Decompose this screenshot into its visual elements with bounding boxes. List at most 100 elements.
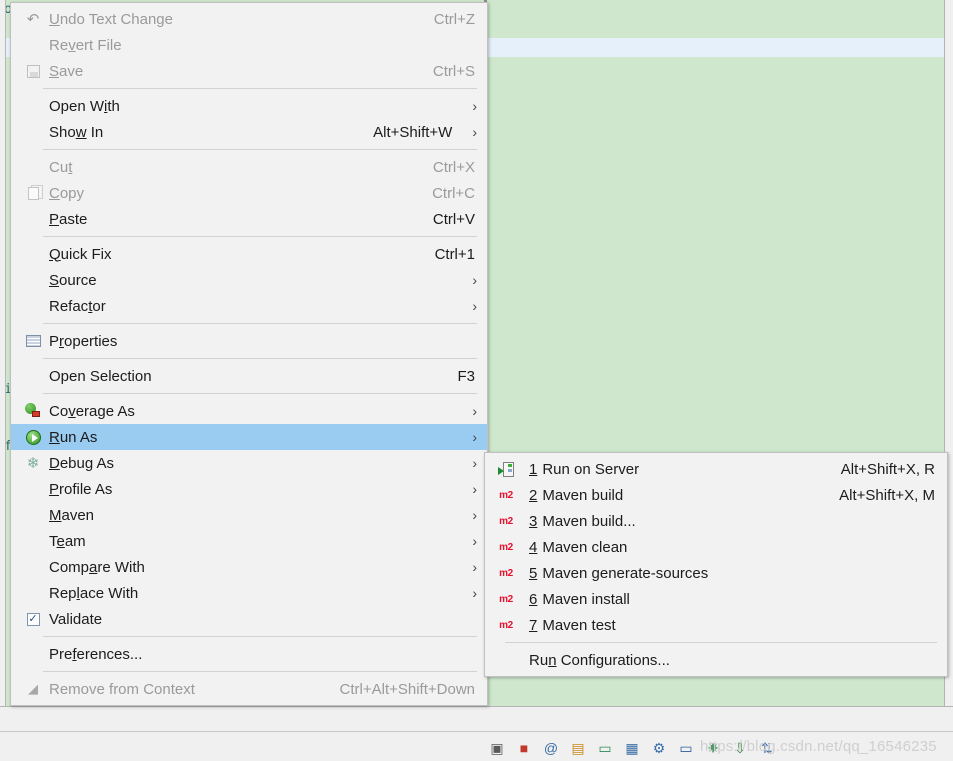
menu-item-copy: Copy Ctrl+C xyxy=(11,180,487,206)
run-as-item-maven-clean[interactable]: m2 4 Maven clean xyxy=(485,534,947,560)
menu-item-label: Team xyxy=(49,532,86,550)
menu-item-label: Preferences... xyxy=(49,645,143,663)
chevron-right-icon: › xyxy=(472,403,477,419)
import-icon[interactable]: ⇩ xyxy=(731,739,749,757)
menu-item-profile-as[interactable]: Profile As › xyxy=(11,476,487,502)
run-as-item-run-on-server[interactable]: 1 Run on Server Alt+Shift+X, R xyxy=(485,456,947,482)
run-as-item-label: 4 Maven clean xyxy=(529,538,628,556)
run-as-item-label: 3 Maven build... xyxy=(529,512,636,530)
menu-item-properties[interactable]: Properties xyxy=(11,328,487,354)
menu-separator xyxy=(43,671,477,672)
menu-item-label: Cut xyxy=(49,158,73,176)
chevron-right-icon: › xyxy=(472,298,477,314)
run-as-item-shortcut: Alt+Shift+X, M xyxy=(839,486,935,504)
error-log-icon[interactable]: ■ xyxy=(515,739,533,757)
menu-item-debug-as[interactable]: ❄ Debug As › xyxy=(11,450,487,476)
m2-icon: m2 xyxy=(499,567,513,579)
m2-icon: m2 xyxy=(499,541,513,553)
menu-item-number: 4 xyxy=(529,538,538,556)
properties-icon xyxy=(24,332,42,350)
run-as-item-maven-build[interactable]: m2 3 Maven build... xyxy=(485,508,947,534)
menu-item-shortcut: Ctrl+X xyxy=(432,158,475,176)
menu-item-label: Compare With xyxy=(49,558,145,576)
menu-item-compare-with[interactable]: Compare With › xyxy=(11,554,487,580)
menu-item-label: Properties xyxy=(49,332,118,350)
status-bar-icons[interactable]: ▣ ■ @ ▤ ▭ ▦ ⚙ ▭ ✸ ⇩ ⇅ xyxy=(484,735,776,761)
menu-separator xyxy=(43,636,477,637)
menu-item-number: 1 xyxy=(529,460,538,478)
debug-bug-icon[interactable]: ✸ xyxy=(704,739,722,757)
menu-item-remove-from-context: ◢ Remove from Context Ctrl+Alt+Shift+Down xyxy=(11,676,487,702)
m2-icon: m2 xyxy=(499,619,513,631)
run-as-item-maven-test[interactable]: m2 7 Maven test xyxy=(485,612,947,638)
menu-item-validate[interactable]: ✓ Validate xyxy=(11,606,487,632)
run-as-item-label: 6 Maven install xyxy=(529,590,630,608)
menu-item-label: Debug As xyxy=(49,454,115,472)
chevron-right-icon: › xyxy=(472,507,477,523)
menu-item-shortcut: Ctrl+V xyxy=(432,210,475,228)
menu-separator xyxy=(43,149,477,150)
menu-item-run-as[interactable]: Run As › xyxy=(11,424,487,450)
run-as-item-shortcut: Alt+Shift+X, R xyxy=(840,460,935,478)
menu-separator xyxy=(43,88,477,89)
chevron-right-icon: › xyxy=(472,455,477,471)
run-as-item-run-configurations[interactable]: Run Configurations... xyxy=(485,647,947,673)
run-as-item-maven-build[interactable]: m2 2 Maven build Alt+Shift+X, M xyxy=(485,482,947,508)
run-as-item-maven-install[interactable]: m2 6 Maven install xyxy=(485,586,947,612)
chevron-right-icon: › xyxy=(472,272,477,288)
outline-export-icon[interactable]: ▤ xyxy=(569,739,587,757)
properties-sliders-icon[interactable]: ⚙ xyxy=(650,739,668,757)
sort-icon[interactable]: ⇅ xyxy=(758,739,776,757)
console-icon[interactable]: ▭ xyxy=(677,739,695,757)
tile-windows-icon[interactable]: ▣ xyxy=(488,739,506,757)
bottom-view-panel xyxy=(0,706,953,761)
table-icon[interactable]: ▦ xyxy=(623,739,641,757)
menu-item-number: 3 xyxy=(529,512,538,530)
menu-item-preferences[interactable]: Preferences... xyxy=(11,641,487,667)
debug-icon: ❄ xyxy=(26,454,40,472)
menu-item-shortcut: Ctrl+1 xyxy=(434,245,475,263)
run-as-item-label: 1 Run on Server xyxy=(529,460,640,478)
run-as-submenu[interactable]: 1 Run on Server Alt+Shift+X, R m2 2 Maven bui… xyxy=(484,452,948,677)
menu-item-label: Copy xyxy=(49,184,85,202)
menu-item-replace-with[interactable]: Replace With › xyxy=(11,580,487,606)
menu-item-number: 7 xyxy=(529,616,538,634)
server-add-icon[interactable]: ▭ xyxy=(596,739,614,757)
menu-item-label: Validate xyxy=(49,610,103,628)
menu-item-label: Remove from Context xyxy=(49,680,195,698)
editor-context-menu[interactable]: ↶ Undo Text Change Ctrl+Z Revert File Save Ct… xyxy=(10,2,488,706)
menu-item-label: Save xyxy=(49,62,84,80)
menu-item-label: Replace With xyxy=(49,584,139,602)
menu-item-team[interactable]: Team › xyxy=(11,528,487,554)
menu-item-label: Source xyxy=(49,271,97,289)
menu-item-open-with[interactable]: Open With › xyxy=(11,93,487,119)
menu-item-paste[interactable]: Paste Ctrl+V xyxy=(11,206,487,232)
menu-item-label: Undo Text Change xyxy=(49,10,173,28)
menu-item-label: Revert File xyxy=(49,36,122,54)
menu-item-label: Run As xyxy=(49,428,98,446)
menu-item-label: Profile As xyxy=(49,480,113,498)
menu-item-coverage-as[interactable]: Coverage As › xyxy=(11,398,487,424)
run-as-item-maven-generate-sources[interactable]: m2 5 Maven generate-sources xyxy=(485,560,947,586)
chevron-right-icon: › xyxy=(472,98,477,114)
menu-separator xyxy=(43,393,477,394)
undo-icon: ↶ xyxy=(26,11,40,28)
menu-item-shortcut: Ctrl+C xyxy=(432,184,475,202)
menu-item-number: 5 xyxy=(529,564,538,582)
chevron-right-icon: › xyxy=(472,429,477,445)
menu-item-revert-file: Revert File xyxy=(11,32,487,58)
m2-icon: m2 xyxy=(499,489,513,501)
run-as-item-label: Run Configurations... xyxy=(529,651,670,669)
menu-item-refactor[interactable]: Refactor › xyxy=(11,293,487,319)
menu-item-shortcut: Alt+Shift+W xyxy=(373,123,453,141)
menu-item-label: Open Selection xyxy=(49,367,152,385)
menu-item-quick-fix[interactable]: Quick Fix Ctrl+1 xyxy=(11,241,487,267)
at-sign-icon[interactable]: @ xyxy=(542,739,560,757)
menu-item-open-selection[interactable]: Open Selection F3 xyxy=(11,363,487,389)
chevron-right-icon: › xyxy=(472,481,477,497)
menu-item-maven[interactable]: Maven › xyxy=(11,502,487,528)
menu-item-label: Paste xyxy=(49,210,88,228)
menu-item-show-in[interactable]: Show In Alt+Shift+W › xyxy=(11,119,487,145)
menu-item-source[interactable]: Source › xyxy=(11,267,487,293)
menu-item-label: Open With xyxy=(49,97,120,115)
